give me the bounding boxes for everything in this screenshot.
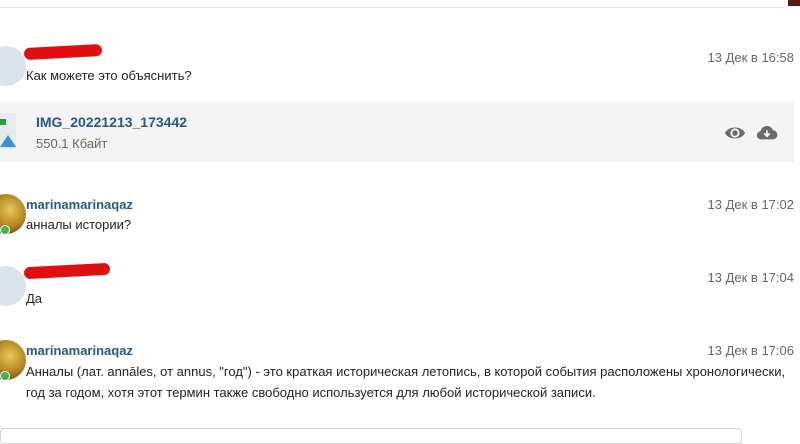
redacted-username [23, 262, 111, 280]
file-attachment[interactable]: IMG_20221213_173442 550.1 Кбайт [0, 101, 794, 162]
user-avatar[interactable] [0, 266, 26, 306]
message-time: 13 Дек в 17:06 [707, 343, 794, 358]
message-text: Да [26, 291, 43, 306]
top-divider [0, 7, 784, 8]
file-name-link[interactable]: IMG_20221213_173442 [36, 114, 187, 130]
online-indicator [0, 225, 10, 235]
image-file-icon [0, 113, 16, 149]
eye-icon[interactable] [724, 122, 746, 144]
corner-mark [788, 0, 800, 6]
username-link[interactable]: marinamarinaqaz [26, 197, 133, 212]
file-size: 550.1 Кбайт [36, 136, 108, 151]
message-time: 13 Дек в 17:02 [707, 197, 794, 212]
cloud-download-icon[interactable] [756, 122, 778, 144]
message-time: 13 Дек в 16:58 [707, 50, 794, 65]
user-avatar[interactable] [0, 46, 26, 86]
redacted-username [23, 43, 103, 61]
message-text: Анналы (лат. annāles, от annus, "год") -… [26, 364, 786, 400]
online-indicator [0, 371, 10, 381]
message-text: Как можете это объяснить? [26, 68, 192, 83]
message-input[interactable] [0, 428, 742, 444]
message-time: 13 Дек в 17:04 [707, 270, 794, 285]
username-link[interactable]: marinamarinaqaz [26, 343, 133, 358]
message-text: анналы истории? [26, 217, 132, 232]
